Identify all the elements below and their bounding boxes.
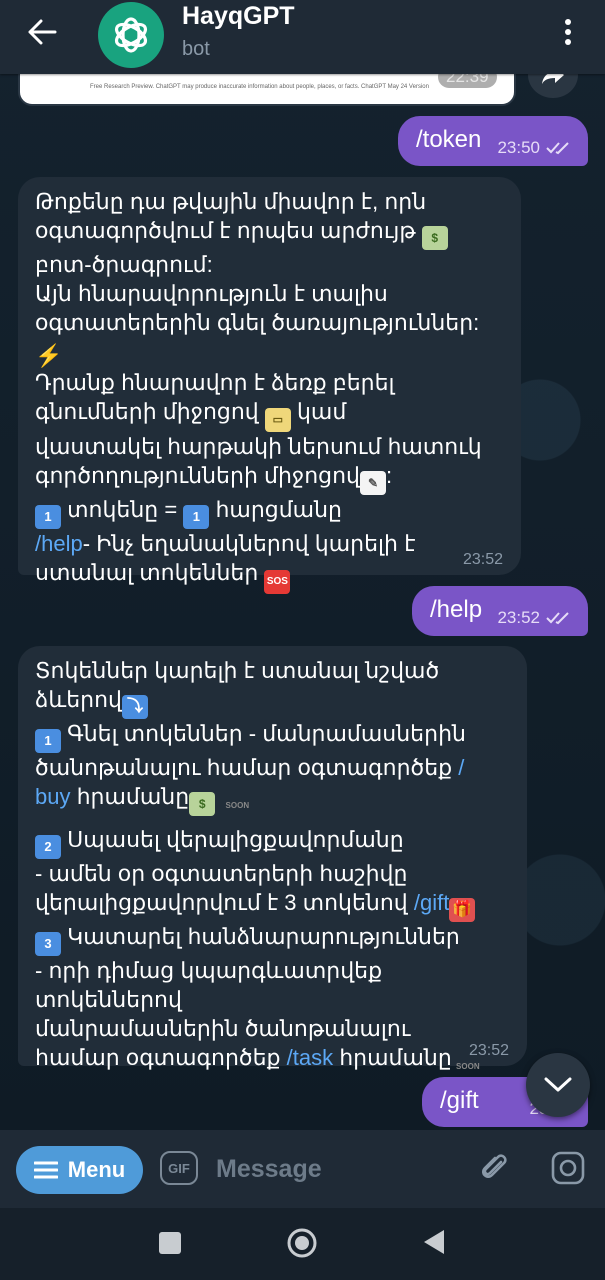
message-time: 23:50	[497, 138, 540, 157]
paperclip-icon[interactable]	[474, 1148, 514, 1188]
chat-title[interactable]: HayqGPT	[182, 2, 295, 31]
chat-header: HayqGPT bot	[0, 0, 605, 74]
message-time: 23:52	[468, 1042, 509, 1059]
gift-command-link[interactable]: /gift	[414, 890, 449, 915]
buy-command-link[interactable]: /	[458, 755, 464, 780]
money-emoji-icon: $	[189, 792, 216, 816]
soon-arrow-emoji-icon: SOON	[225, 801, 250, 810]
openai-logo-icon	[114, 17, 148, 53]
message-text: Թոքենը դա թվային միավոր է, որն օգտագործվ…	[35, 187, 511, 594]
menu-button-label: Menu	[67, 1157, 126, 1182]
triangle-back-icon[interactable]	[422, 1228, 446, 1256]
keycap-three-icon: 3	[35, 932, 61, 956]
gif-button[interactable]: GIF	[160, 1151, 198, 1185]
outgoing-message[interactable]: /token 23:50	[398, 116, 588, 166]
keycap-one-icon: 1	[35, 729, 61, 753]
arrow-left-icon	[28, 19, 57, 45]
message-text: /help	[430, 596, 483, 623]
message-text: /gift	[440, 1087, 479, 1114]
avatar[interactable]	[98, 2, 164, 68]
message-composer: Menu GIF	[0, 1130, 605, 1208]
menu-button[interactable]: Menu	[16, 1146, 143, 1194]
incoming-message[interactable]: Տոկեններ կարելի է ստանալ նշված ձևերով ⤵ 1…	[18, 646, 527, 1071]
keycap-one-icon: 1	[183, 505, 210, 529]
back-button[interactable]	[22, 14, 62, 50]
message-meta: 23:52	[497, 608, 572, 628]
double-check-icon	[546, 142, 569, 155]
credit-card-emoji-icon: ▭	[264, 408, 291, 432]
message-input[interactable]	[214, 1148, 468, 1190]
hamburger-icon	[33, 1161, 58, 1179]
outgoing-message[interactable]: /help 23:52	[412, 586, 588, 636]
sos-emoji-icon: SOS	[264, 570, 291, 594]
camera-icon[interactable]	[548, 1148, 588, 1188]
chevron-down-icon	[544, 1077, 572, 1092]
double-check-icon	[546, 612, 569, 625]
money-emoji-icon: $	[421, 226, 448, 250]
gift-emoji-icon: 🎁	[449, 898, 476, 922]
help-command-link[interactable]: /help	[35, 531, 83, 556]
chat-subtitle: bot	[182, 38, 210, 60]
message-time: 23:52	[462, 551, 503, 568]
memo-emoji-icon: ✎	[359, 471, 386, 495]
keycap-one-icon: 1	[35, 505, 61, 529]
message-meta: 23:50	[497, 138, 572, 158]
buy-command-link[interactable]: buy	[35, 784, 70, 809]
task-command-link[interactable]: /task	[287, 1045, 333, 1070]
incoming-message[interactable]: Թոքենը դա թվային միավոր է, որն օգտագործվ…	[18, 177, 521, 594]
message-text: Տոկեններ կարելի է ստանալ նշված ձևերով ⤵ 1…	[35, 656, 517, 1086]
keycap-two-icon: 2	[35, 835, 61, 859]
message-text: /token	[416, 126, 482, 153]
previous-message-fine-print: Free Research Preview. ChatGPT may produ…	[90, 84, 429, 90]
lightning-emoji-icon: ⚡	[35, 343, 63, 368]
down-arrow-emoji-icon: ⤵	[122, 695, 149, 719]
scroll-down-button[interactable]	[526, 1053, 590, 1117]
system-navigation-bar	[0, 1208, 605, 1280]
circle-icon[interactable]	[286, 1227, 318, 1259]
square-icon[interactable]	[159, 1232, 181, 1254]
message-time: 23:52	[497, 608, 540, 627]
more-options-button[interactable]	[553, 14, 583, 50]
more-vertical-icon	[565, 19, 571, 25]
